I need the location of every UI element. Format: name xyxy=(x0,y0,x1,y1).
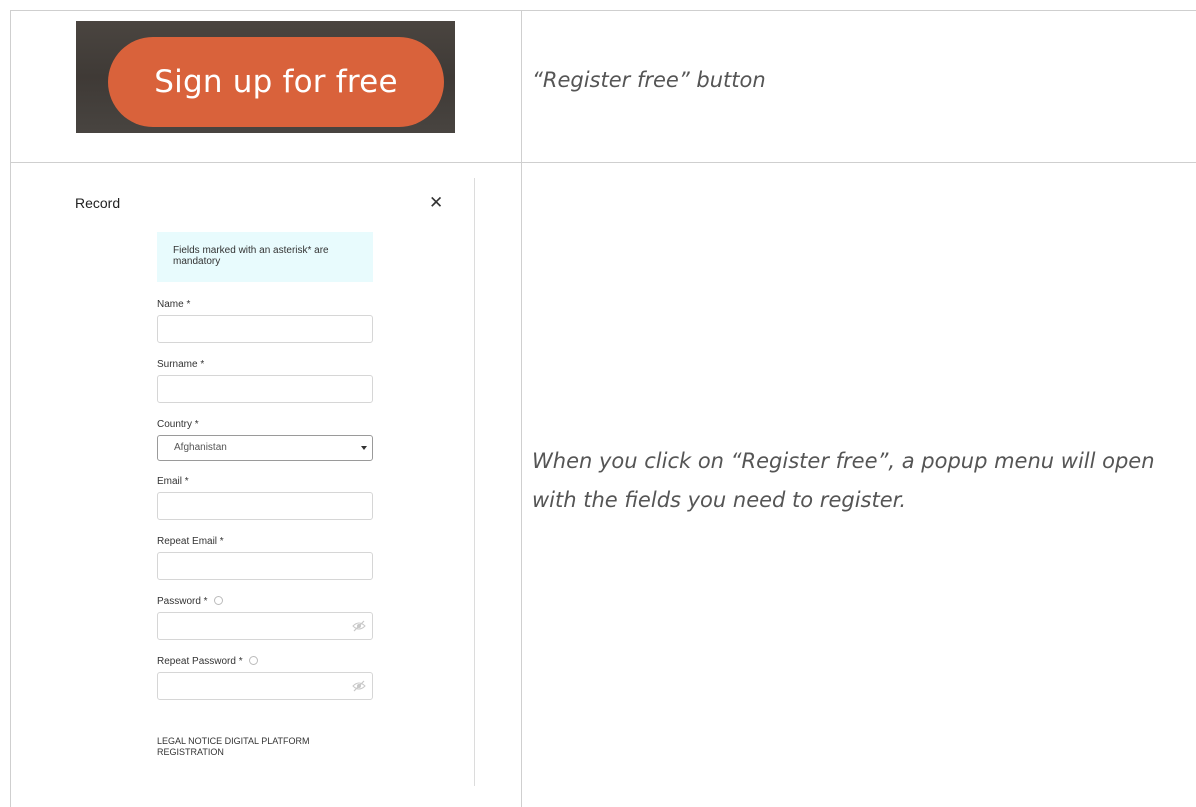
eye-slash-icon[interactable] xyxy=(352,620,366,632)
legal-notice-link[interactable]: LEGAL NOTICE DIGITAL PLATFORM REGISTRATI… xyxy=(157,736,357,758)
country-select[interactable]: Afghanistan xyxy=(157,435,373,461)
table-row-divider xyxy=(10,162,1196,163)
table-border-left xyxy=(10,10,11,807)
signup-screenshot: Sign up for free xyxy=(76,21,455,133)
signup-button[interactable]: Sign up for free xyxy=(108,37,444,127)
repeat-password-label: Repeat Password * xyxy=(157,656,243,667)
country-select-value: Afghanistan xyxy=(174,442,227,453)
email-label: Email * xyxy=(157,476,189,487)
modal-title: Record xyxy=(75,195,121,211)
repeat-password-label-row: Repeat Password * xyxy=(157,656,258,667)
repeat-password-field[interactable] xyxy=(157,672,373,700)
row1-caption: “Register free” button xyxy=(532,68,766,92)
repeat-email-field[interactable] xyxy=(157,552,373,580)
row2-caption: When you click on “Register free”, a pop… xyxy=(532,449,1155,512)
surname-label: Surname * xyxy=(157,359,205,370)
eye-slash-icon[interactable] xyxy=(352,680,366,692)
email-field[interactable] xyxy=(157,492,373,520)
modal-scroll-divider xyxy=(474,178,475,786)
surname-field[interactable] xyxy=(157,375,373,403)
country-label: Country * xyxy=(157,419,199,430)
info-icon[interactable] xyxy=(213,596,223,605)
name-field[interactable] xyxy=(157,315,373,343)
info-icon[interactable] xyxy=(248,656,258,665)
password-field[interactable] xyxy=(157,612,373,640)
chevron-down-icon xyxy=(361,446,367,450)
close-icon[interactable]: ✕ xyxy=(429,193,443,213)
mandatory-notice: Fields marked with an asterisk* are mand… xyxy=(157,232,373,282)
table-column-divider xyxy=(521,10,522,807)
repeat-email-label: Repeat Email * xyxy=(157,536,224,547)
name-label: Name * xyxy=(157,299,191,310)
table-border-top xyxy=(10,10,1196,11)
password-label: Password * xyxy=(157,596,208,607)
password-label-row: Password * xyxy=(157,596,223,607)
